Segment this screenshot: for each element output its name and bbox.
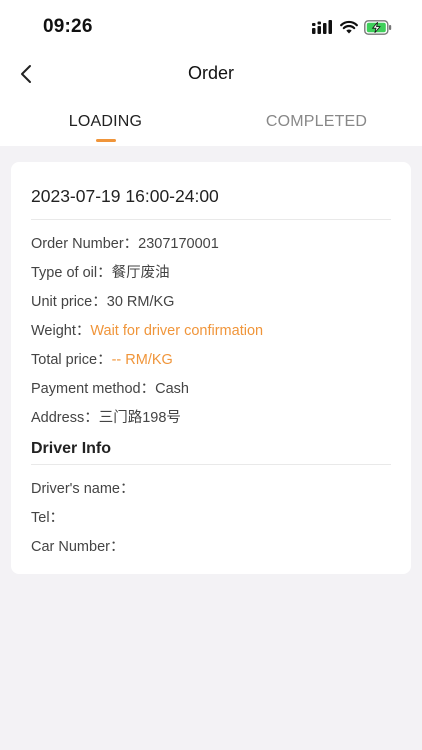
oil-type-row: Type of oil：餐厅废油 (31, 261, 170, 282)
order-card[interactable]: 2023-07-19 16:00-24:00 Order Number：2307… (11, 162, 411, 574)
tab-loading[interactable]: LOADING (0, 98, 211, 146)
active-tab-indicator (95, 139, 116, 142)
divider (31, 219, 391, 220)
order-date-range: 2023-07-19 16:00-24:00 (31, 186, 219, 206)
status-icons (312, 18, 392, 36)
unit-price-value: 30 RM/KG (106, 294, 175, 310)
tab-loading-label: LOADING (68, 113, 143, 130)
address-row: Address：三门路198号 (31, 406, 181, 427)
unit-price-label: Unit price： (31, 294, 107, 310)
unit-price-row: Unit price：30 RM/KG (31, 290, 174, 311)
battery-charging-icon (364, 19, 392, 35)
signal-icon (312, 20, 332, 34)
driver-info-divider (31, 464, 391, 465)
driver-info-title: Driver Info (31, 440, 112, 457)
driver-tel-label: Tel： (31, 510, 65, 526)
driver-name-label: Driver's name： (31, 481, 135, 497)
total-price-row: Total price：-- RM/KG (31, 348, 173, 369)
total-price-value: -- RM/KG (111, 352, 173, 368)
weight-value: Wait for driver confirmation (90, 323, 264, 339)
status-time: 09:26 (43, 16, 93, 37)
order-number-row: Order Number：2307170001 (31, 232, 219, 253)
weight-label: Weight： (31, 323, 91, 339)
driver-name-row: Driver's name： (31, 477, 134, 498)
address-value: 三门路198号 (98, 410, 181, 426)
oil-type-value: 餐厅废油 (111, 265, 170, 281)
order-number-value: 2307170001 (138, 236, 219, 252)
payment-method-label: Payment method： (31, 381, 156, 397)
oil-type-label: Type of oil： (31, 265, 112, 281)
page-title: Order (187, 63, 234, 83)
car-number-row: Car Number： (31, 535, 124, 556)
status-bar: 09:26 (0, 0, 422, 52)
nav-bar: Order (0, 52, 422, 98)
tab-completed-label: COMPLETED (265, 113, 368, 130)
payment-method-value: Cash (155, 381, 189, 397)
tab-completed[interactable]: COMPLETED (211, 98, 422, 146)
car-number-label: Car Number： (31, 539, 125, 555)
driver-tel-row: Tel： (31, 506, 64, 527)
order-number-label: Order Number： (31, 236, 139, 252)
total-price-label: Total price： (31, 352, 112, 368)
address-label: Address： (31, 410, 99, 426)
tab-bar: LOADING COMPLETED (0, 98, 422, 146)
wifi-icon (340, 20, 358, 34)
payment-method-row: Payment method：Cash (31, 377, 189, 398)
weight-row: Weight：Wait for driver confirmation (31, 319, 263, 340)
